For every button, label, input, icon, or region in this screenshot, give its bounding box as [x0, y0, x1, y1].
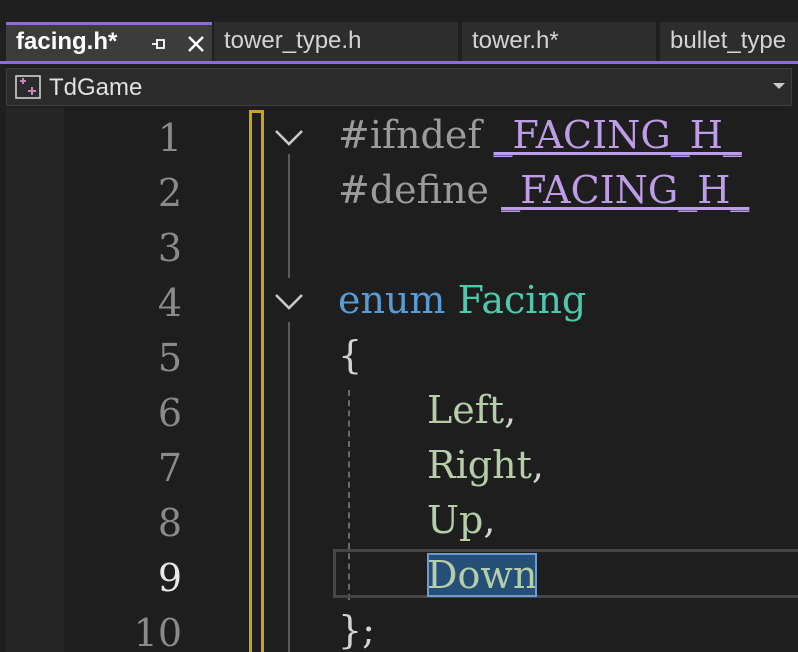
line-number: 6	[157, 391, 182, 435]
code-line-5[interactable]: {	[338, 328, 362, 383]
code-line-9[interactable]: Down	[427, 548, 538, 603]
project-name: TdGame	[49, 74, 143, 101]
preprocessor-directive: #define	[338, 168, 489, 212]
macro-name: _FACING_H_	[493, 113, 742, 157]
line-number: 4	[157, 281, 182, 325]
fold-chevron-icon[interactable]	[274, 128, 304, 148]
line-number: 7	[157, 446, 182, 490]
close-brace: };	[338, 608, 375, 652]
comma: ,	[531, 443, 544, 487]
project-icon	[15, 75, 41, 99]
tab-label: tower.h*	[472, 27, 559, 54]
close-icon[interactable]	[186, 34, 206, 54]
line-number: 5	[157, 336, 182, 380]
code-editor[interactable]: 1 2 3 4 5 6 7 8 9 10 #ifndef _FACING_H_ …	[0, 108, 798, 652]
tab-label: facing.h*	[16, 28, 118, 55]
tab-strip: facing.h* tower_type.h tower.h* bullet_t…	[0, 0, 798, 64]
current-line-highlight	[333, 549, 798, 598]
chevron-down-icon[interactable]	[773, 83, 785, 89]
enum-value: Right	[427, 443, 532, 487]
change-tracking-marker	[249, 110, 264, 652]
tab-bullet-type[interactable]: bullet_type	[660, 22, 798, 61]
line-number-current: 9	[157, 556, 182, 600]
preprocessor-directive: #ifndef	[338, 113, 482, 157]
type-name: Facing	[457, 278, 587, 322]
macro-name: _FACING_H_	[501, 168, 750, 212]
keyword: enum	[338, 278, 446, 322]
fold-region-line	[288, 322, 290, 652]
code-line-6[interactable]: Left,	[427, 383, 516, 438]
tab-accent-line	[0, 61, 798, 64]
enum-value: Left	[427, 388, 505, 432]
code-line-4[interactable]: enum Facing	[338, 273, 586, 328]
selected-text[interactable]: Down	[427, 553, 538, 597]
enum-value: Up	[427, 498, 484, 542]
tab-tower-h[interactable]: tower.h*	[462, 22, 656, 61]
fold-region-line	[288, 154, 290, 278]
pin-icon[interactable]	[150, 35, 168, 53]
code-line-2[interactable]: #define _FACING_H_	[338, 163, 749, 218]
line-number: 8	[157, 501, 182, 545]
indicator-margin	[6, 108, 64, 652]
comma: ,	[483, 498, 496, 542]
line-number: 10	[133, 611, 182, 652]
fold-chevron-icon[interactable]	[274, 292, 304, 312]
tab-facing-h[interactable]: facing.h*	[6, 22, 212, 61]
tab-label: bullet_type	[670, 27, 787, 54]
code-line-10[interactable]: };	[338, 603, 375, 652]
tab-label: tower_type.h	[224, 27, 362, 54]
code-line-8[interactable]: Up,	[427, 493, 495, 548]
comma: ,	[504, 388, 517, 432]
line-number: 2	[157, 171, 182, 215]
project-selector[interactable]: TdGame	[6, 68, 792, 106]
tab-tower-type-h[interactable]: tower_type.h	[214, 22, 458, 61]
open-brace: {	[338, 333, 363, 377]
code-line-7[interactable]: Right,	[427, 438, 544, 493]
line-number: 3	[157, 226, 182, 270]
line-number-gutter: 1 2 3 4 5 6 7 8 9 10	[64, 108, 182, 652]
code-line-1[interactable]: #ifndef _FACING_H_	[338, 108, 742, 163]
line-number: 1	[157, 116, 182, 160]
